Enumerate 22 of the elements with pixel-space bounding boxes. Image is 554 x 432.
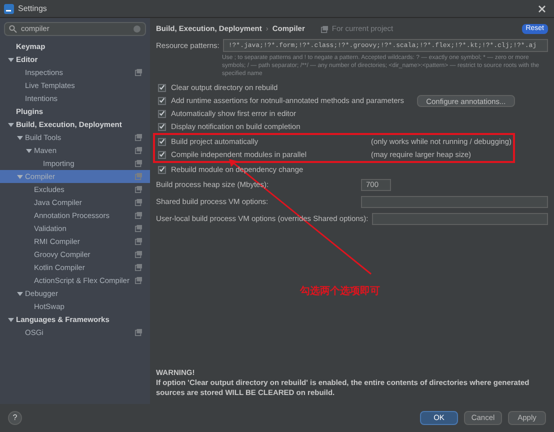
checkbox[interactable] xyxy=(158,138,166,146)
window-title: Settings xyxy=(18,2,47,14)
expand-arrow-icon[interactable] xyxy=(8,56,14,62)
checkbox[interactable] xyxy=(158,110,166,118)
search-icon xyxy=(9,25,17,33)
input-field[interactable] xyxy=(372,213,548,225)
input-field[interactable] xyxy=(361,196,548,208)
checkbox[interactable] xyxy=(158,84,166,92)
checkbox[interactable] xyxy=(158,96,166,104)
project-scope-icon xyxy=(320,26,328,32)
checkbox[interactable] xyxy=(158,166,166,174)
checkbox[interactable] xyxy=(158,122,166,130)
expand-arrow-icon[interactable] xyxy=(8,122,14,128)
annotation-text: 勾选两个选项即可 xyxy=(300,284,380,299)
app-icon xyxy=(4,4,14,14)
checkbox[interactable] xyxy=(158,150,166,158)
expand-arrow-icon[interactable] xyxy=(8,316,14,322)
close-icon[interactable] xyxy=(538,4,546,12)
help-button[interactable]: ? xyxy=(8,411,22,425)
expand-arrow-icon[interactable] xyxy=(17,290,23,296)
expand-arrow-icon[interactable] xyxy=(17,134,23,140)
expand-arrow-icon[interactable] xyxy=(26,148,32,154)
